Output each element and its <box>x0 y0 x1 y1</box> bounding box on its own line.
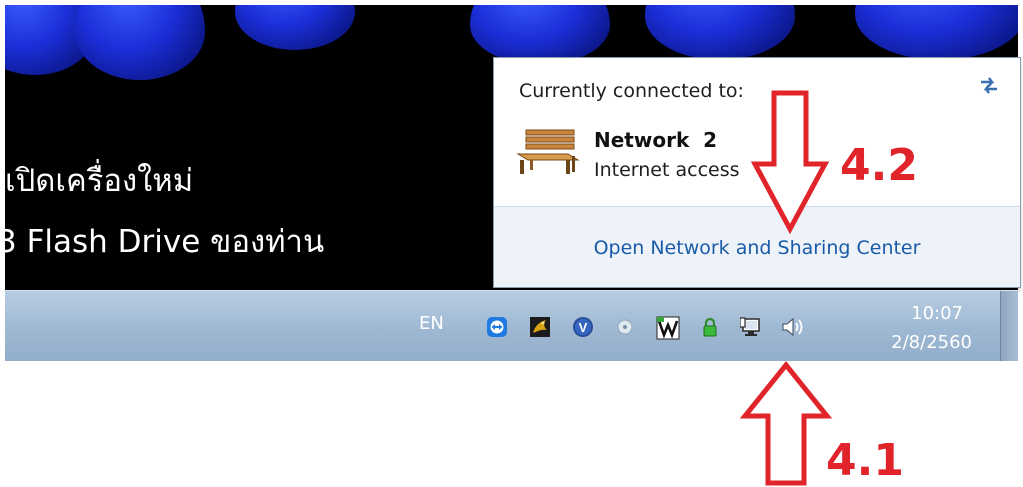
annotation-arrow-up <box>739 361 833 486</box>
lock-icon[interactable] <box>699 316 721 338</box>
annotation-label-step-b: 4.1 <box>826 435 904 486</box>
taskbar: EN V 10:07 2/8/2560 <box>5 290 1018 361</box>
svg-text:V: V <box>579 320 588 335</box>
network-status: Internet access <box>594 159 740 181</box>
wallpaper-petal <box>235 5 355 50</box>
annotation-arrow-down <box>750 90 830 235</box>
network-name: Network 2 <box>594 128 718 152</box>
clock-date[interactable]: 2/8/2560 <box>891 332 972 353</box>
teamviewer-icon[interactable] <box>486 316 508 338</box>
vm-icon[interactable] <box>656 316 680 340</box>
wallpaper-petal <box>75 5 205 80</box>
v-shield-icon[interactable]: V <box>572 316 594 338</box>
wallpaper-petal <box>470 5 610 65</box>
show-desktop-button[interactable] <box>1000 291 1018 361</box>
network-icon[interactable] <box>740 316 766 340</box>
wallpaper-petal <box>645 5 795 60</box>
language-indicator[interactable]: EN <box>419 313 444 334</box>
clock-time[interactable]: 10:07 <box>911 303 963 324</box>
disc-icon[interactable] <box>614 316 636 338</box>
wallpaper-petal <box>855 5 1018 60</box>
refresh-icon[interactable] <box>976 72 1002 98</box>
desktop-text-line1: เปิดเครื่องใหม่ <box>5 163 194 199</box>
network-bench-icon <box>516 129 580 174</box>
connected-label: Currently connected to: <box>519 80 744 102</box>
annotation-label-step-a: 4.2 <box>840 140 918 191</box>
open-network-sharing-center-link[interactable]: Open Network and Sharing Center <box>494 237 1020 259</box>
dragon-icon[interactable] <box>529 316 551 338</box>
volume-icon[interactable] <box>781 316 807 338</box>
desktop-text-line2: 3 Flash Drive ของท่าน <box>5 224 325 260</box>
